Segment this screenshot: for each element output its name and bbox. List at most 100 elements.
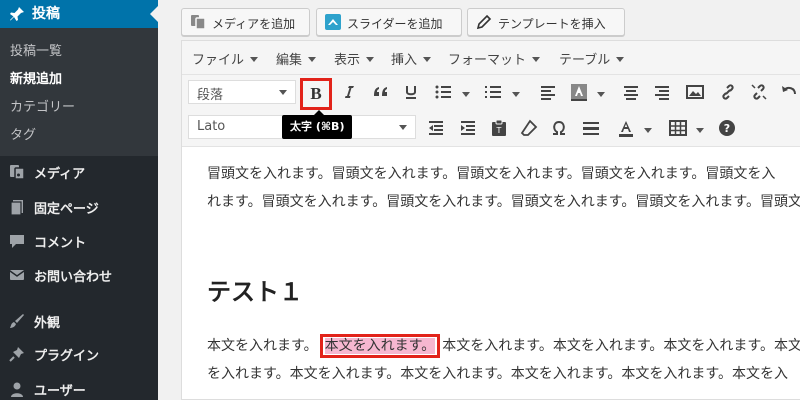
clipboard-icon: T — [492, 119, 506, 136]
body-text-after: 本文を入れます。本文を入れます。本文を入れます。本文 — [442, 338, 800, 354]
chevron-down-icon[interactable] — [462, 92, 470, 97]
posts-submenu: 投稿一覧 新規追加 カテゴリー タグ — [0, 28, 158, 156]
omega-icon — [553, 120, 565, 135]
menu-users[interactable]: ユーザー — [0, 374, 158, 400]
submenu-tags[interactable]: タグ — [10, 124, 36, 143]
selected-text-callout: 本文を入れます。 — [319, 334, 441, 358]
insert-link-button[interactable] — [715, 79, 741, 105]
image-icon — [686, 85, 704, 99]
add-media-button[interactable]: メディアを追加 — [181, 8, 310, 36]
text-color-a-button[interactable] — [566, 79, 592, 105]
brush-icon — [10, 314, 24, 328]
format-select[interactable]: 段落 — [188, 80, 296, 104]
menu-view[interactable]: 表示 — [334, 49, 375, 68]
menu-file-label: ファイル — [192, 53, 245, 68]
text-color-button[interactable] — [613, 115, 639, 141]
selected-text[interactable]: 本文を入れます。 — [324, 338, 436, 354]
admin-sidebar: 投稿 投稿一覧 新規追加 カテゴリー タグ メディア 固定ページ コメント お問… — [0, 0, 158, 400]
unlink-icon — [751, 84, 767, 100]
menu-pages[interactable]: 固定ページ — [0, 192, 158, 222]
menu-format[interactable]: フォーマット — [448, 49, 541, 68]
chevron-down-icon[interactable] — [597, 92, 605, 97]
menu-users-label: ユーザー — [34, 384, 86, 399]
insert-table-button[interactable] — [665, 115, 691, 141]
insert-image-button[interactable] — [682, 79, 708, 105]
link-icon — [722, 84, 734, 100]
editor: ファイル 編集 表示 挿入 フォーマット テーブル 段落 Lato T ? B … — [181, 40, 800, 400]
menu-media[interactable]: メディア — [0, 157, 158, 187]
menu-contact-label: お問い合わせ — [34, 270, 113, 285]
menu-posts[interactable]: 投稿 — [0, 0, 158, 28]
menu-appearance-label: 外観 — [34, 316, 61, 331]
outdent-button[interactable] — [423, 115, 449, 141]
media-icon — [191, 15, 206, 30]
insert-template-button[interactable]: テンプレートを挿入 — [467, 8, 625, 36]
align-left-button[interactable] — [535, 79, 561, 105]
pushpin-icon — [10, 7, 24, 21]
help-icon: ? — [719, 120, 735, 136]
bold-icon: B — [310, 84, 322, 103]
mail-icon — [9, 270, 25, 280]
menu-comments[interactable]: コメント — [0, 226, 158, 256]
chevron-down-icon[interactable] — [644, 128, 652, 133]
clear-formatting-button[interactable] — [516, 115, 542, 141]
menu-posts-label: 投稿 — [32, 6, 60, 22]
menu-file[interactable]: ファイル — [192, 49, 259, 68]
menu-media-label: メディア — [34, 167, 86, 182]
submenu-add-new[interactable]: 新規追加 — [10, 68, 62, 87]
menu-appearance[interactable]: 外観 — [0, 306, 158, 336]
intro-paragraph-line-2: れます。冒頭文を入れます。冒頭文を入れます。冒頭文を入れます。冒頭文を入れます。… — [207, 194, 800, 210]
align-right-button[interactable] — [649, 79, 675, 105]
chevron-down-icon[interactable] — [512, 92, 520, 97]
undo-icon — [782, 86, 796, 95]
bullet-list-button[interactable] — [430, 79, 456, 105]
chevron-down-icon — [250, 57, 259, 62]
menu-contact[interactable]: お問い合わせ — [0, 260, 158, 290]
align-center-button[interactable] — [618, 79, 644, 105]
horizontal-rule-button[interactable] — [578, 115, 604, 141]
bold-tooltip: 太字 (⌘B) — [282, 110, 353, 139]
menu-edit[interactable]: 編集 — [276, 49, 317, 68]
paste-text-button[interactable]: T — [486, 115, 512, 141]
chevron-down-icon — [399, 125, 407, 130]
media-icon — [10, 165, 25, 180]
special-character-button[interactable] — [546, 115, 572, 141]
chevron-down-icon — [532, 57, 541, 62]
add-media-label: メディアを追加 — [212, 17, 296, 31]
intro-paragraph-line-1: 冒頭文を入れます。冒頭文を入れます。冒頭文を入れます。冒頭文を入れます。冒頭文を… — [207, 166, 776, 182]
align-left-icon — [541, 86, 555, 100]
menu-edit-label: 編集 — [276, 53, 303, 68]
bullet-list-icon — [435, 85, 451, 99]
italic-button[interactable] — [337, 79, 363, 105]
help-button[interactable]: ? — [714, 115, 740, 141]
numbered-list-button[interactable] — [480, 79, 506, 105]
chevron-down-icon[interactable] — [696, 128, 704, 133]
menu-table[interactable]: テーブル — [559, 49, 625, 68]
menu-insert[interactable]: 挿入 — [391, 49, 432, 68]
submenu-all-posts[interactable]: 投稿一覧 — [10, 40, 62, 59]
submenu-categories[interactable]: カテゴリー — [10, 96, 75, 115]
eraser-icon — [520, 119, 538, 136]
add-slider-label: スライダーを追加 — [347, 17, 443, 31]
unlink-button[interactable] — [746, 79, 772, 105]
undo-button[interactable] — [776, 79, 800, 105]
add-slider-button[interactable]: スライダーを追加 — [316, 8, 462, 36]
underline-button[interactable] — [398, 79, 424, 105]
menu-format-label: フォーマット — [448, 53, 527, 68]
svg-text:?: ? — [724, 122, 730, 135]
menu-plugins[interactable]: プラグイン — [0, 339, 158, 369]
indent-button[interactable] — [455, 115, 481, 141]
font-family-value: Lato — [197, 119, 226, 134]
body-paragraph-line-1: 本文を入れます。 本文を入れます。 本文を入れます。本文を入れます。本文を入れます。… — [207, 332, 800, 360]
chevron-down-icon — [308, 57, 317, 62]
outdent-icon — [429, 121, 443, 135]
chevron-down-icon — [616, 57, 625, 62]
editor-content[interactable]: 冒頭文を入れます。冒頭文を入れます。冒頭文を入れます。冒頭文を入れます。冒頭文を… — [182, 148, 800, 400]
menu-table-label: テーブル — [559, 53, 611, 68]
plugin-icon — [9, 347, 24, 362]
comment-icon — [10, 235, 24, 248]
bold-button[interactable]: B — [300, 78, 332, 110]
format-select-value: 段落 — [197, 88, 224, 103]
blockquote-button[interactable] — [368, 79, 394, 105]
current-menu-arrow — [150, 6, 158, 22]
